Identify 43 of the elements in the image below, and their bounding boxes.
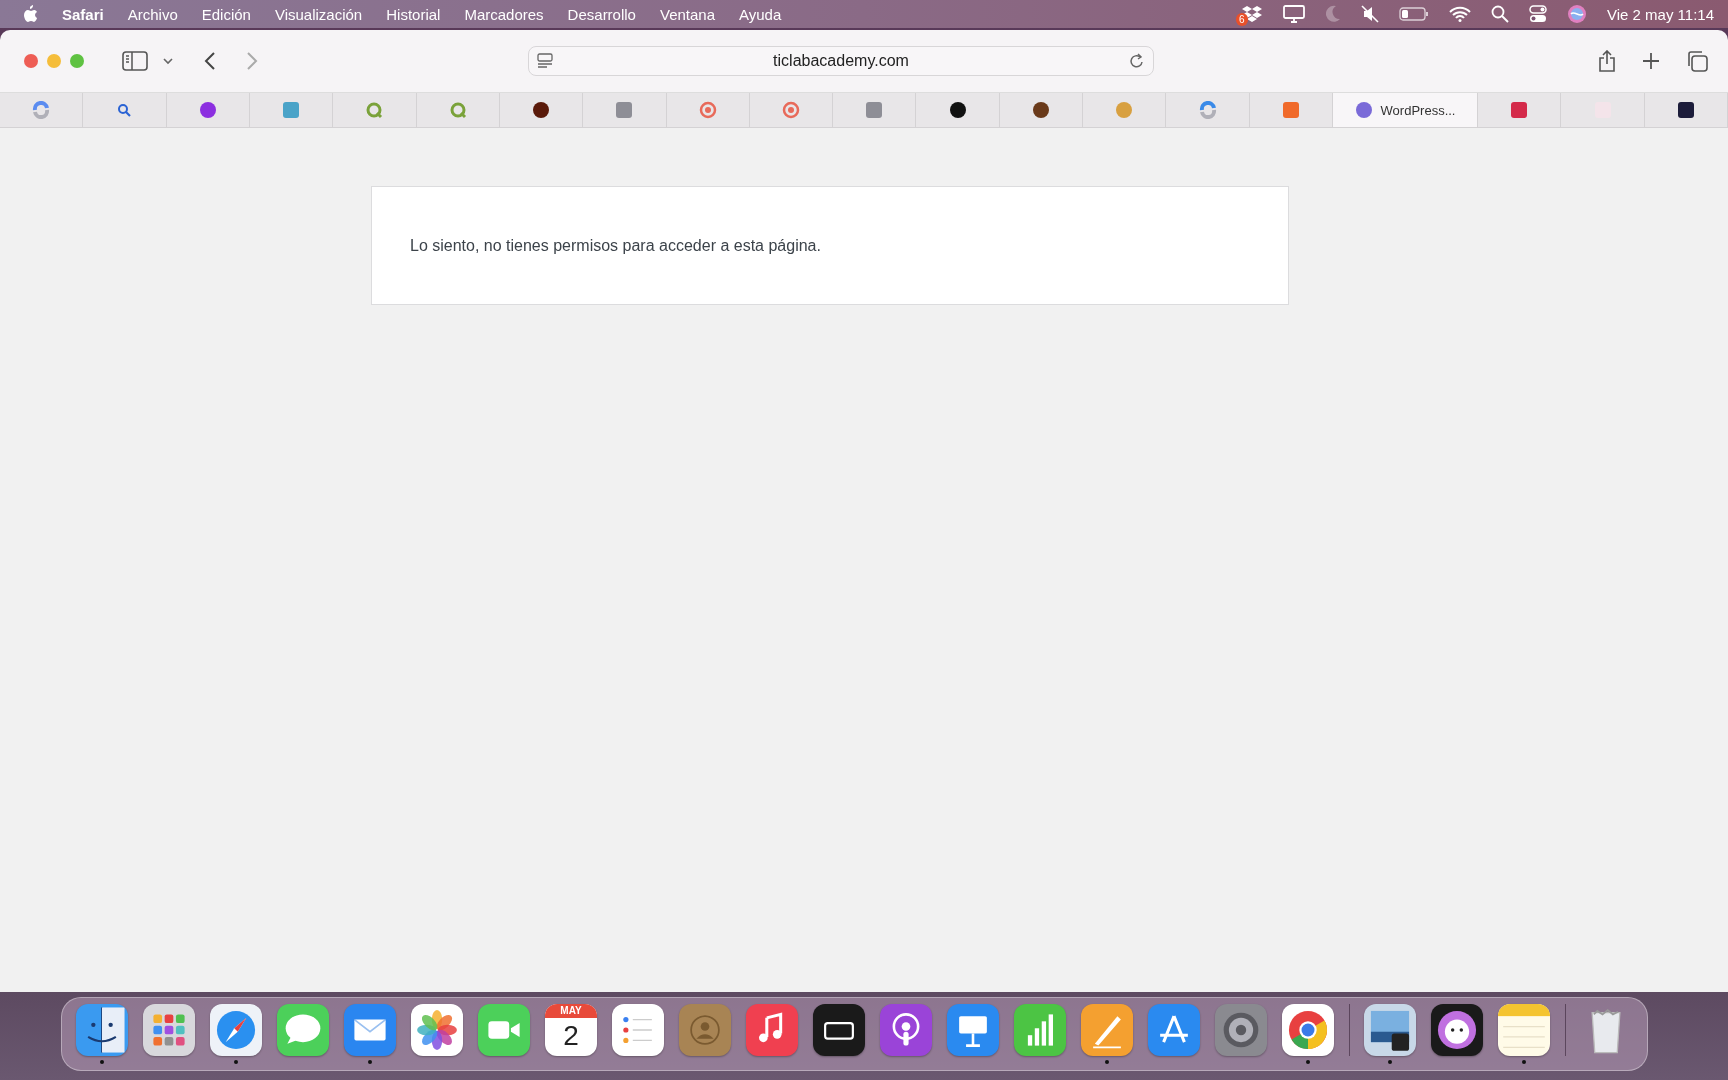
sidebar-icon[interactable] [122, 51, 148, 71]
chevron-down-icon[interactable] [162, 57, 174, 65]
zoom-button[interactable] [70, 54, 84, 68]
new-tab-icon[interactable] [1642, 52, 1660, 70]
tab-title: WordPress... [1380, 102, 1456, 118]
speaker-muted-icon[interactable] [1361, 5, 1379, 23]
address-bar[interactable]: ticlabacademy.com [528, 46, 1154, 76]
app-icon[interactable] [813, 1004, 865, 1056]
app-icon[interactable] [1431, 1004, 1483, 1056]
menu-item[interactable]: Archivo [115, 5, 190, 23]
apple-logo-icon[interactable] [22, 4, 38, 24]
control-center-icon[interactable] [1529, 5, 1547, 23]
calendar-day: 2 [563, 1018, 579, 1054]
menu-item[interactable]: Edición [189, 5, 263, 23]
app-icon[interactable] [76, 1004, 128, 1056]
search-icon[interactable] [1491, 5, 1509, 23]
forward-icon[interactable] [246, 51, 258, 71]
display-icon[interactable] [1283, 5, 1305, 23]
siri-icon[interactable] [1567, 4, 1587, 24]
error-message: Lo siento, no tienes permisos para acceder a esta página. [410, 236, 821, 255]
menu-item[interactable]: Visualización [262, 5, 375, 23]
app-icon[interactable]: MAY 2 [545, 1004, 597, 1056]
wifi-icon[interactable] [1449, 6, 1471, 22]
app-menu[interactable]: Safari [50, 5, 116, 23]
browser-tab[interactable]: WordPress... [1333, 93, 1479, 127]
close-button[interactable] [24, 54, 38, 68]
menu-item[interactable]: Marcadores [452, 5, 556, 23]
menu-item[interactable]: Ventana [647, 5, 728, 23]
app-icon[interactable] [1364, 1004, 1416, 1056]
notification-badge: 6 [1236, 13, 1248, 26]
tab-overview-icon[interactable] [1686, 50, 1708, 72]
page-menu-icon[interactable] [537, 53, 553, 69]
back-icon[interactable] [204, 51, 216, 71]
reload-icon[interactable] [1129, 53, 1145, 69]
dropbox-icon[interactable] [1241, 5, 1263, 23]
menu-item[interactable]: Ayuda [727, 5, 794, 23]
menu-item[interactable]: Desarrollo [555, 5, 648, 23]
url-text: ticlabacademy.com [772, 52, 910, 70]
calendar-month: MAY [545, 1004, 597, 1018]
menu-item[interactable]: Historial [374, 5, 453, 23]
battery-icon[interactable] [1399, 6, 1429, 22]
menu-clock[interactable]: Vie 2 may 11:14 [1607, 5, 1714, 23]
share-icon[interactable] [1598, 50, 1616, 72]
